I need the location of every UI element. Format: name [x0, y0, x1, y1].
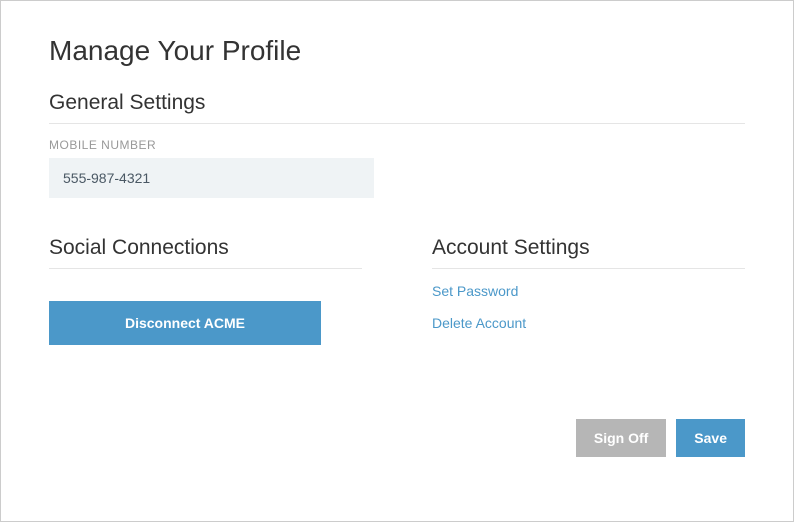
page-title: Manage Your Profile	[49, 35, 745, 67]
profile-panel: Manage Your Profile General Settings MOB…	[5, 5, 789, 517]
account-settings-header: Account Settings	[432, 236, 745, 269]
mobile-number-label: MOBILE NUMBER	[49, 138, 745, 152]
set-password-link[interactable]: Set Password	[432, 283, 745, 299]
account-settings-section: Account Settings Set Password Delete Acc…	[432, 236, 745, 347]
footer-actions: Sign Off Save	[576, 419, 745, 457]
disconnect-acme-button[interactable]: Disconnect ACME	[49, 301, 321, 345]
general-settings-header: General Settings	[49, 91, 745, 124]
delete-account-link[interactable]: Delete Account	[432, 315, 745, 331]
mobile-number-input[interactable]	[49, 158, 374, 198]
save-button[interactable]: Save	[676, 419, 745, 457]
sign-off-button[interactable]: Sign Off	[576, 419, 666, 457]
social-connections-section: Social Connections Disconnect ACME	[49, 236, 362, 347]
social-connections-header: Social Connections	[49, 236, 362, 269]
mobile-number-field-group: MOBILE NUMBER	[49, 138, 745, 198]
